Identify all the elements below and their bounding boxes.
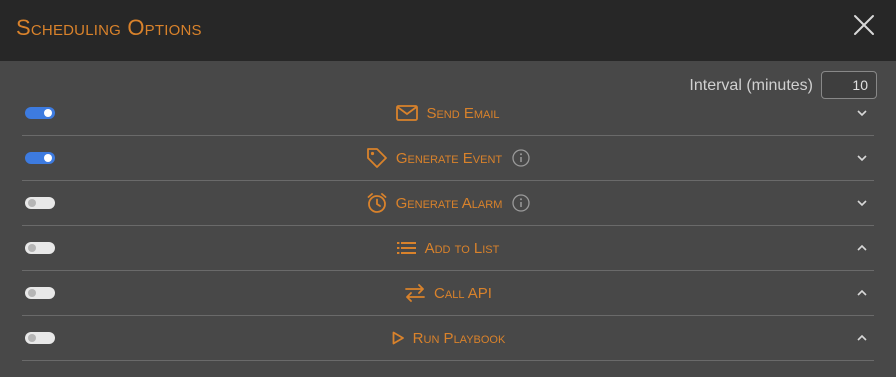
call-api-label: Call API <box>434 284 492 302</box>
action-row-send-email: Send Email <box>22 91 874 136</box>
tag-icon <box>366 147 388 169</box>
info-icon[interactable] <box>512 194 531 212</box>
action-row-generate-alarm: Generate Alarm <box>22 181 874 226</box>
add-to-list-label: Add to List <box>424 239 500 257</box>
info-icon[interactable] <box>512 149 530 167</box>
chevron-down-icon[interactable] <box>856 107 868 119</box>
action-row-run-playbook: Run Playbook <box>22 316 874 361</box>
action-row-add-to-list: Add to List <box>22 226 874 271</box>
scheduling-options-dialog: Scheduling Options Interval (minutes) Se… <box>0 0 896 377</box>
alarm-clock-icon <box>366 192 388 214</box>
chevron-up-icon[interactable] <box>856 287 868 299</box>
chevron-down-icon[interactable] <box>856 152 868 164</box>
close-icon[interactable] <box>852 13 876 37</box>
generate-event-label: Generate Event <box>395 149 503 167</box>
chevron-up-icon[interactable] <box>856 242 868 254</box>
list-icon <box>396 241 417 255</box>
dialog-title: Scheduling Options <box>16 15 202 40</box>
play-icon <box>391 331 405 345</box>
generate-alarm-label: Generate Alarm <box>395 194 503 212</box>
dialog-header: Scheduling Options <box>0 0 896 61</box>
swap-arrows-icon <box>404 284 426 302</box>
run-playbook-label: Run Playbook <box>412 329 506 347</box>
chevron-up-icon[interactable] <box>856 332 868 344</box>
envelope-icon <box>396 105 419 121</box>
action-row-call-api: Call API <box>22 271 874 316</box>
action-row-generate-event: Generate Event <box>22 136 874 181</box>
chevron-down-icon[interactable] <box>856 197 868 209</box>
send-email-label: Send Email <box>426 104 500 122</box>
